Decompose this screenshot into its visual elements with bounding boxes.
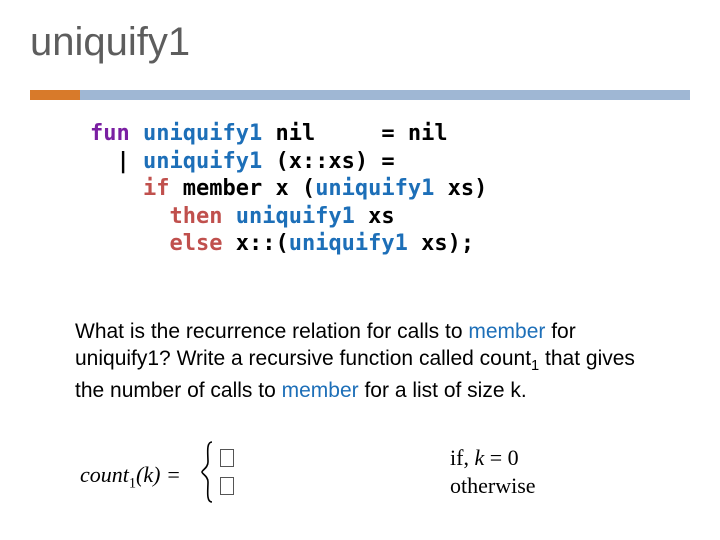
code-text: xs <box>355 204 395 229</box>
keyword-fun: fun <box>90 121 130 146</box>
code-text: xs); <box>408 231 474 256</box>
fn-uniquify1: uniquify1 <box>289 231 408 256</box>
condition-1: if, k = 0 <box>450 444 536 472</box>
fn-uniquify1: uniquify1 <box>143 121 262 146</box>
blank-box-icon <box>220 449 234 467</box>
q-subscript: 1 <box>531 358 539 374</box>
cond-rest: = 0 <box>484 445 518 470</box>
fn-uniquify1: uniquify1 <box>130 149 262 174</box>
case-value-1 <box>220 444 234 472</box>
code-bar: | <box>90 149 130 174</box>
code-text: nil = nil <box>262 121 447 146</box>
question-text: What is the recurrence relation for call… <box>75 318 660 404</box>
equation-cases <box>220 444 234 500</box>
code-indent <box>90 231 169 256</box>
q-text: for a list of size k. <box>359 379 527 402</box>
fn-uniquify1: uniquify1 <box>222 204 354 229</box>
code-text: x::( <box>222 231 288 256</box>
code-text: xs) <box>434 176 487 201</box>
q-member-ref: member <box>282 379 359 402</box>
blank-box-icon <box>220 477 234 495</box>
keyword-if: if <box>143 176 170 201</box>
cond-if: if, <box>450 445 474 470</box>
code-indent <box>90 204 169 229</box>
condition-2: otherwise <box>450 472 536 500</box>
case-value-2 <box>220 472 234 500</box>
cond-k: k <box>474 445 484 470</box>
eq-subscript: 1 <box>129 475 136 491</box>
keyword-then: then <box>169 204 222 229</box>
q-member-ref: member <box>468 320 545 343</box>
rule-accent-orange <box>30 90 80 100</box>
slide-title: uniquify1 <box>30 20 190 65</box>
equation-block: count1(k) = if, k = 0 otherwise <box>80 440 670 510</box>
title-rule <box>0 90 720 100</box>
code-text: member x ( <box>169 176 315 201</box>
fn-uniquify1: uniquify1 <box>315 176 434 201</box>
equation-conditions: if, k = 0 otherwise <box>450 444 536 500</box>
keyword-else: else <box>169 231 222 256</box>
rule-accent-blue <box>80 90 690 100</box>
code-block: fun uniquify1 nil = nil | uniquify1 (x::… <box>90 120 487 258</box>
left-brace-icon <box>200 440 216 504</box>
code-text: (x::xs) = <box>262 149 394 174</box>
eq-count: count <box>80 462 129 487</box>
cond-otherwise: otherwise <box>450 473 536 498</box>
slide: uniquify1 fun uniquify1 nil = nil | uniq… <box>0 0 720 540</box>
equation-lhs: count1(k) = <box>80 462 181 492</box>
eq-arg: (k) = <box>136 462 181 487</box>
q-text: What is the recurrence relation for call… <box>75 320 468 343</box>
code-indent <box>90 176 143 201</box>
